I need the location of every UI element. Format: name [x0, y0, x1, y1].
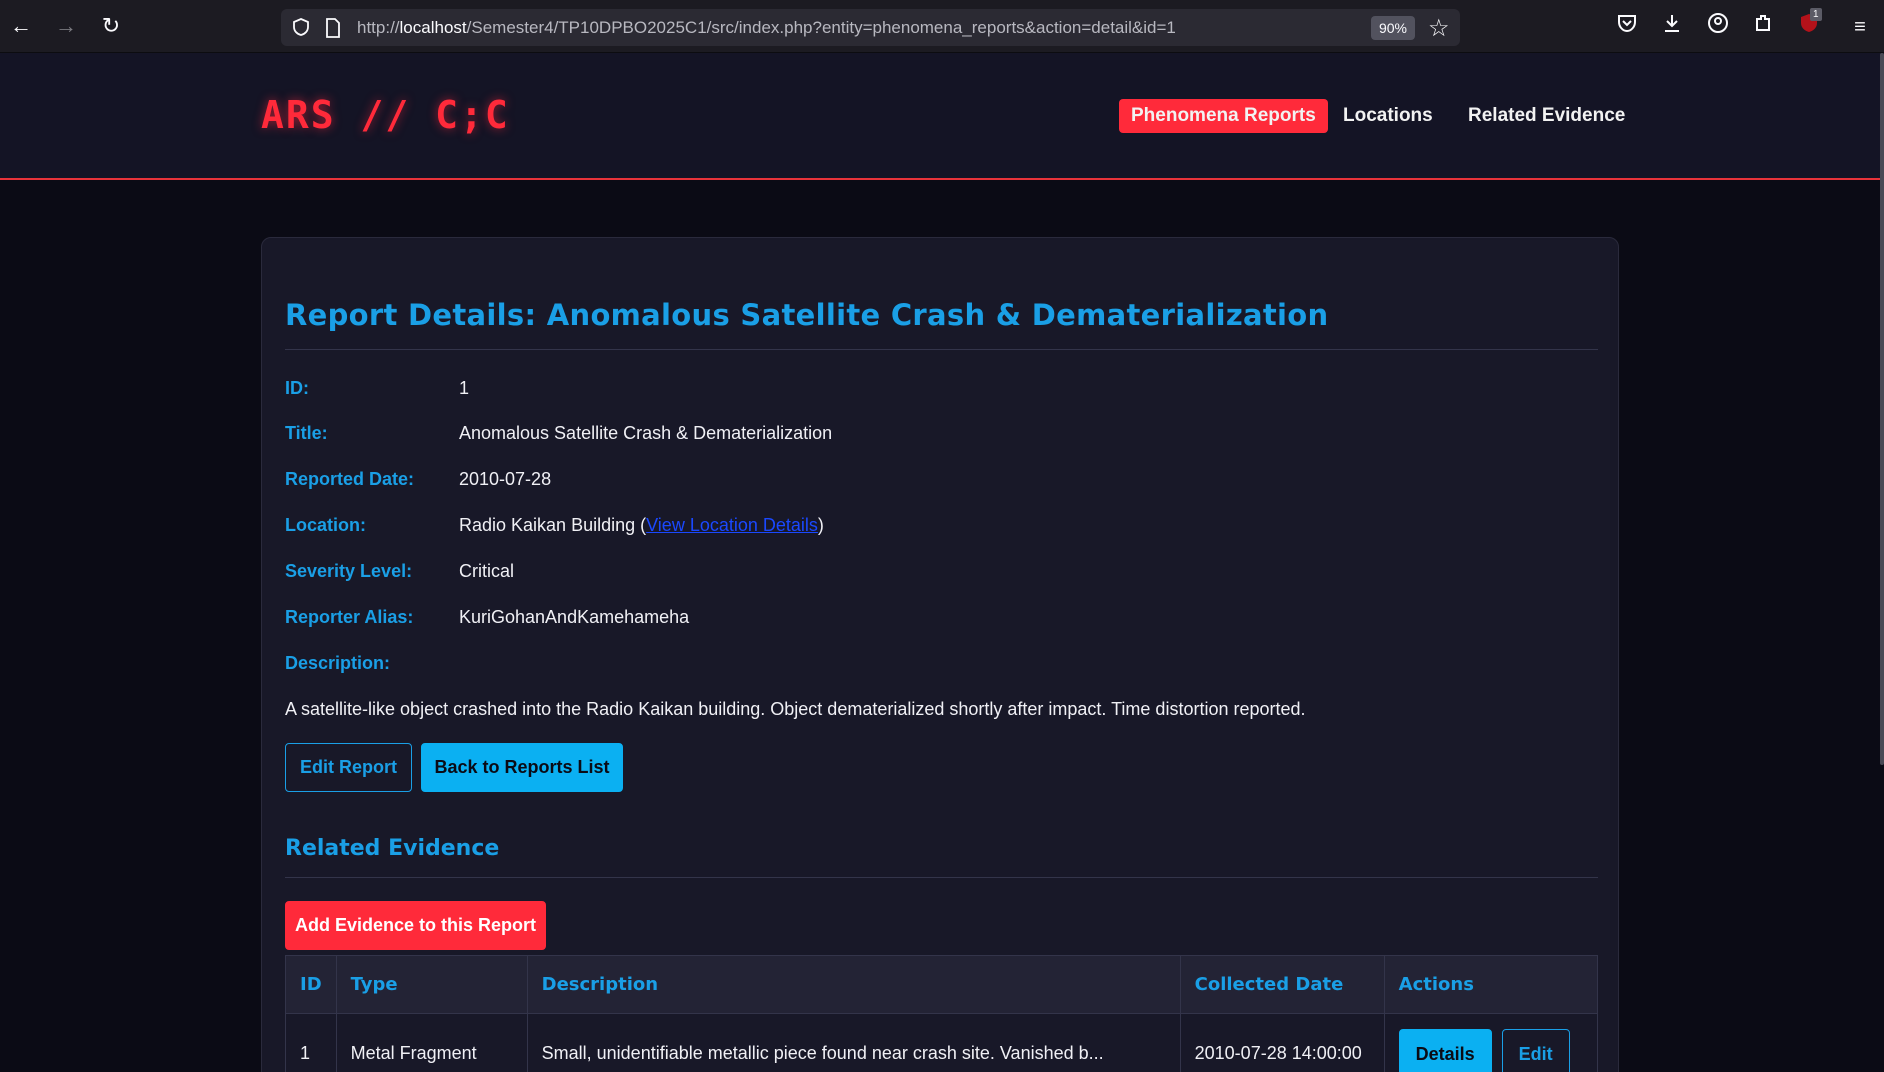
description-label: Description: — [285, 653, 391, 673]
url-text[interactable]: http://localhost/Semester4/TP10DPBO2025C… — [357, 18, 1176, 38]
evidence-type-cell: Metal Fragment — [335, 1013, 528, 1072]
evidence-id-cell: 1 — [285, 1013, 337, 1072]
location-value: Radio Kaikan Building (View Location Det… — [459, 515, 824, 536]
back-to-reports-button[interactable]: Back to Reports List — [421, 743, 623, 792]
location-name: Radio Kaikan Building ( — [459, 515, 647, 535]
column-header-description: Description — [526, 955, 1181, 1014]
title-divider — [285, 349, 1598, 350]
ublock-icon[interactable]: 1 — [1794, 8, 1824, 42]
page-info-icon[interactable] — [324, 17, 342, 39]
reload-icon[interactable]: ↻ — [96, 11, 126, 41]
menu-hamburger-icon[interactable]: ≡ — [1845, 12, 1875, 42]
location-suffix: ) — [817, 515, 824, 535]
id-value: 1 — [459, 378, 470, 398]
table-row: 1 Metal Fragment Small, unidentifiable m… — [285, 1013, 1599, 1072]
nav-locations[interactable]: Locations — [1343, 99, 1433, 133]
url-path: /Semester4/TP10DPBO2025C1/src/index.php?… — [466, 18, 1176, 37]
evidence-edit-button[interactable]: Edit — [1501, 1028, 1570, 1072]
title-value: Anomalous Satellite Crash & Dematerializ… — [459, 423, 833, 443]
reporter-alias-value: KuriGohanAndKamehameha — [459, 607, 690, 627]
page-scrollbar[interactable] — [1880, 53, 1884, 765]
evidence-table: ID Type Description Collected Date Actio… — [285, 955, 1599, 1072]
nav-phenomena-reports[interactable]: Phenomena Reports — [1119, 99, 1328, 133]
tracking-shield-icon[interactable] — [291, 17, 311, 37]
add-evidence-button[interactable]: Add Evidence to this Report — [285, 901, 546, 950]
report-detail-card: Report Details: Anomalous Satellite Cras… — [261, 237, 1619, 1072]
reporter-alias-label: Reporter Alias: — [285, 607, 414, 627]
address-bar[interactable]: http://localhost/Semester4/TP10DPBO2025C… — [281, 9, 1460, 46]
view-location-details-link[interactable]: View Location Details — [646, 515, 818, 535]
severity-value: Critical — [459, 561, 515, 581]
bookmark-star-icon[interactable]: ☆ — [1428, 14, 1450, 43]
evidence-date-cell: 2010-07-28 14:00:00 — [1179, 1013, 1385, 1072]
url-prefix: http:// — [357, 18, 400, 37]
section-divider — [285, 877, 1598, 878]
back-arrow-icon[interactable]: ← — [6, 11, 36, 41]
nav-related-evidence[interactable]: Related Evidence — [1468, 99, 1625, 133]
column-header-actions: Actions — [1383, 955, 1599, 1014]
column-header-collected-date: Collected Date — [1179, 955, 1385, 1014]
pocket-icon[interactable] — [1612, 12, 1642, 42]
title-label: Title: — [285, 423, 328, 443]
url-host: localhost — [399, 18, 467, 37]
evidence-details-button[interactable]: Details — [1398, 1028, 1492, 1072]
page-title: Report Details: Anomalous Satellite Cras… — [285, 298, 1329, 332]
site-logo[interactable]: ARS // C;C — [261, 93, 510, 137]
column-header-id: ID — [285, 955, 337, 1014]
account-icon[interactable] — [1703, 12, 1733, 42]
zoom-level-badge[interactable]: 90% — [1371, 16, 1415, 40]
table-header-row: ID Type Description Collected Date Actio… — [285, 955, 1599, 1014]
column-header-type: Type — [335, 955, 528, 1014]
location-label: Location: — [285, 515, 366, 535]
reported-date-value: 2010-07-28 — [459, 469, 552, 489]
description-text: A satellite-like object crashed into the… — [285, 699, 1306, 719]
edit-report-button[interactable]: Edit Report — [285, 743, 412, 792]
downloads-icon[interactable] — [1657, 12, 1687, 42]
id-label: ID: — [285, 378, 309, 398]
evidence-description-cell: Small, unidentifiable metallic piece fou… — [526, 1013, 1181, 1072]
site-header: ARS // C;C Phenomena Reports Locations R… — [0, 53, 1884, 180]
reported-date-label: Reported Date: — [285, 469, 415, 489]
extensions-icon[interactable] — [1748, 12, 1778, 42]
browser-toolbar: ← → ↻ http://localhost/Semester4/TP10DPB… — [0, 0, 1884, 53]
forward-arrow-icon[interactable]: → — [51, 11, 81, 41]
related-evidence-heading: Related Evidence — [285, 836, 500, 861]
severity-label: Severity Level: — [285, 561, 413, 581]
ublock-badge: 1 — [1810, 8, 1822, 21]
evidence-actions-cell: Details Edit — [1383, 1013, 1599, 1072]
